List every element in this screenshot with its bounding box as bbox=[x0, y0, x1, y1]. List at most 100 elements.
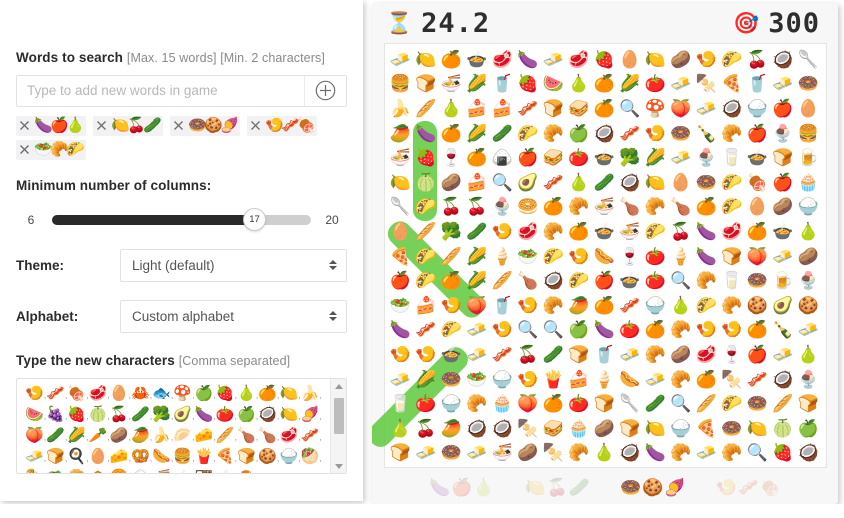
grid-cell[interactable]: 🍤 bbox=[413, 342, 439, 367]
grid-cell[interactable]: 🥒 bbox=[464, 219, 490, 244]
grid-cell[interactable]: 🍋 bbox=[413, 47, 439, 72]
grid-cell[interactable]: 🍊 bbox=[566, 219, 592, 244]
grid-cell[interactable]: 🍺 bbox=[796, 145, 822, 170]
grid-cell[interactable]: 🌭 bbox=[592, 244, 618, 269]
grid-cell[interactable]: 🍲 bbox=[592, 145, 618, 170]
grid-cell[interactable]: 🍆 bbox=[694, 219, 720, 244]
grid-cell[interactable]: 🍗 bbox=[617, 195, 643, 220]
grid-cell[interactable]: 🥛 bbox=[719, 145, 745, 170]
grid-cell[interactable]: 🍚 bbox=[490, 367, 516, 392]
grid-cell[interactable]: 🍲 bbox=[592, 219, 618, 244]
grid-cell[interactable]: 🍤 bbox=[566, 244, 592, 269]
grid-cell[interactable]: 🍊 bbox=[592, 72, 618, 97]
grid-cell[interactable]: 🍈 bbox=[413, 170, 439, 195]
grid-cell[interactable]: 🍗 bbox=[668, 195, 694, 220]
grid-cell[interactable]: 🍾 bbox=[694, 121, 720, 146]
grid-cell[interactable]: 🥖 bbox=[694, 391, 720, 416]
grid-cell[interactable]: 🌮 bbox=[719, 195, 745, 220]
grid-cell[interactable]: 🍚 bbox=[745, 96, 771, 121]
grid-cell[interactable]: 🍊 bbox=[541, 391, 567, 416]
grid-cell[interactable]: 🥔 bbox=[592, 416, 618, 441]
grid-cell[interactable]: 🍨 bbox=[694, 145, 720, 170]
grid-cell[interactable]: 🍈 bbox=[770, 416, 796, 441]
grid-cell[interactable]: 🥄 bbox=[796, 47, 822, 72]
grid-cell[interactable]: 🥥 bbox=[796, 441, 822, 466]
grid-cell[interactable]: 🥭 bbox=[439, 416, 465, 441]
grid-cell[interactable]: 🍅 bbox=[643, 72, 669, 97]
grid-cell[interactable]: 🍐 bbox=[668, 293, 694, 318]
grid-cell[interactable]: 🥐 bbox=[464, 391, 490, 416]
grid-cell[interactable]: 🧁 bbox=[490, 391, 516, 416]
grid-cell[interactable]: 🍆 bbox=[592, 318, 618, 343]
grid-cell[interactable]: 🔍 bbox=[668, 391, 694, 416]
grid-cell[interactable]: 🔍 bbox=[515, 318, 541, 343]
grid-cell[interactable]: 🥐 bbox=[719, 121, 745, 146]
grid-cell[interactable]: 🌮 bbox=[541, 244, 567, 269]
grid-cell[interactable]: 🍕 bbox=[694, 416, 720, 441]
grid-cell[interactable]: 🍞 bbox=[413, 72, 439, 97]
grid-cell[interactable]: 🥚 bbox=[668, 170, 694, 195]
grid-cell[interactable]: 🍎 bbox=[592, 268, 618, 293]
grid-cell[interactable]: 🥩 bbox=[719, 219, 745, 244]
grid-cell[interactable]: 🥭 bbox=[388, 121, 414, 146]
grid-cell[interactable]: 🍌 bbox=[388, 96, 414, 121]
grid-cell[interactable]: 🧈 bbox=[770, 342, 796, 367]
grid-cell[interactable]: 🍰 bbox=[490, 96, 516, 121]
grid-cell[interactable]: 🍊 bbox=[694, 195, 720, 220]
grid-cell[interactable]: 🧈 bbox=[770, 244, 796, 269]
game-board[interactable]: 🧈 🍋 🍊 🍲 🥩 🍆 🧈 🥩 🍓 🥚 🍋 🥔 🍤 🌮 🍒 🥥 🥄 🍔 🍞 🍜 🌽 🥤 🍓 🍉 🍐 🍊 🌽 🍅 🧈 🍢 🍕 🥤 🧈 🍩 🍌 🥖 🍐 🍰 🍰 🥓… bbox=[372, 43, 827, 468]
grid-cell[interactable]: 🍅 bbox=[643, 244, 669, 269]
grid-cell[interactable]: 🌮 bbox=[413, 268, 439, 293]
grid-cell[interactable]: 🥐 bbox=[566, 195, 592, 220]
grid-cell[interactable]: 🥑 bbox=[515, 170, 541, 195]
grid-cell[interactable]: 🧈 bbox=[413, 441, 439, 466]
grid-cell[interactable]: 🥖 bbox=[413, 219, 439, 244]
grid-cell[interactable]: 🥩 bbox=[515, 219, 541, 244]
grid-cell[interactable]: 🥖 bbox=[439, 244, 465, 269]
grid-cell[interactable]: 🍢 bbox=[719, 367, 745, 392]
grid-cell[interactable]: 🍤 bbox=[719, 318, 745, 343]
grid-cell[interactable]: 🍊 bbox=[694, 367, 720, 392]
grid-cell[interactable]: 🧈 bbox=[643, 367, 669, 392]
grid-cell[interactable]: 🍎 bbox=[388, 268, 414, 293]
grid-cell[interactable]: 🌮 bbox=[439, 318, 465, 343]
grid-cell[interactable]: 🍅 bbox=[413, 391, 439, 416]
grid-cell[interactable]: 🍨 bbox=[796, 268, 822, 293]
grid-cell[interactable]: 🍑 bbox=[745, 244, 771, 269]
grid-cell[interactable]: 🥚 bbox=[388, 219, 414, 244]
grid-cell[interactable]: 🍑 bbox=[515, 391, 541, 416]
alphabet-select[interactable]: Custom alphabet bbox=[120, 299, 347, 333]
close-icon[interactable] bbox=[172, 119, 185, 132]
grid-cell[interactable]: 🧈 bbox=[668, 72, 694, 97]
grid-cell[interactable]: 🍅 bbox=[617, 318, 643, 343]
grid-cell[interactable]: 🥔 bbox=[796, 244, 822, 269]
grid-cell[interactable]: 🍲 bbox=[770, 219, 796, 244]
grid-cell[interactable]: 🍊 bbox=[592, 96, 618, 121]
grid-cell[interactable]: 🍅 bbox=[643, 268, 669, 293]
grid-cell[interactable]: 🌽 bbox=[617, 72, 643, 97]
grid-cell[interactable]: 🍎 bbox=[745, 342, 771, 367]
grid-cell[interactable]: 🍪 bbox=[796, 293, 822, 318]
grid-cell[interactable]: 🍚 bbox=[668, 416, 694, 441]
grid-cell[interactable]: 🍖 bbox=[745, 170, 771, 195]
characters-scrollbar[interactable] bbox=[330, 378, 346, 473]
grid-cell[interactable]: 🍤 bbox=[694, 318, 720, 343]
grid-cell[interactable]: 🍐 bbox=[566, 170, 592, 195]
grid-cell[interactable]: 🔍 bbox=[745, 441, 771, 466]
grid-cell[interactable]: 🍩 bbox=[745, 391, 771, 416]
grid-cell[interactable]: 🧈 bbox=[388, 47, 414, 72]
grid-cell[interactable]: 🍒 bbox=[515, 342, 541, 367]
grid-cell[interactable]: 🍨 bbox=[796, 367, 822, 392]
grid-cell[interactable]: 🍤 bbox=[643, 121, 669, 146]
grid-cell[interactable]: 🥥 bbox=[770, 47, 796, 72]
grid-cell[interactable]: 🍊 bbox=[745, 318, 771, 343]
grid-cell[interactable]: 🥐 bbox=[719, 293, 745, 318]
grid-cell[interactable]: 🍋 bbox=[643, 47, 669, 72]
grid-cell[interactable]: 🥒 bbox=[490, 121, 516, 146]
grid-cell[interactable]: 🍚 bbox=[439, 391, 465, 416]
grid-cell[interactable]: 🍐 bbox=[439, 96, 465, 121]
grid-cell[interactable]: 🍞 bbox=[770, 145, 796, 170]
grid-cell[interactable]: 🥥 bbox=[541, 268, 567, 293]
grid-cell[interactable]: 🍩 bbox=[796, 72, 822, 97]
grid-cell[interactable]: 🌮 bbox=[413, 244, 439, 269]
